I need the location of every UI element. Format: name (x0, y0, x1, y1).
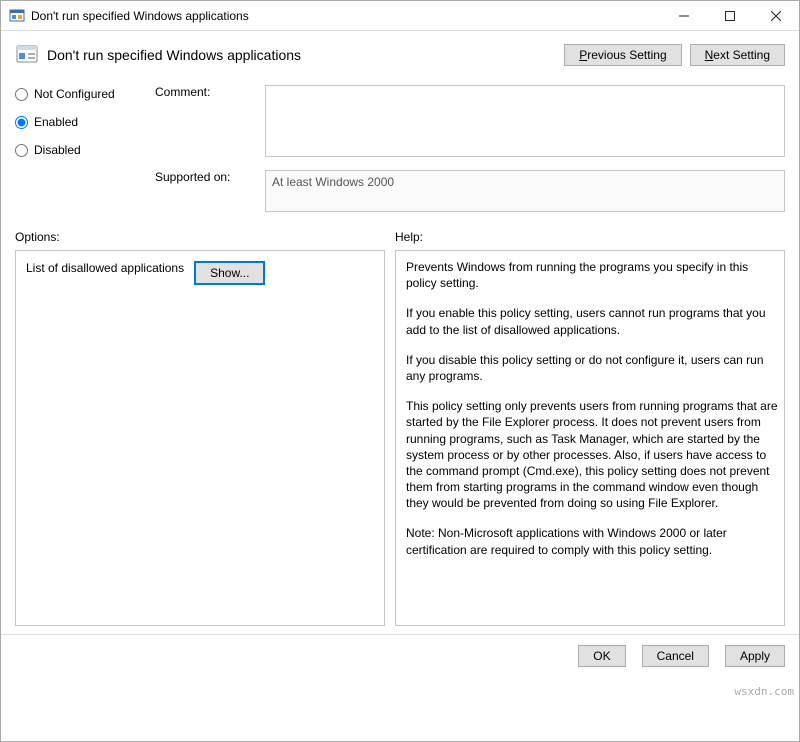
options-item-label: List of disallowed applications (26, 261, 184, 275)
radio-label: Disabled (34, 143, 81, 157)
radio-label: Not Configured (34, 87, 115, 101)
titlebar: Don't run specified Windows applications (1, 1, 799, 31)
watermark: wsxdn.com (734, 685, 794, 698)
radio-enabled[interactable]: Enabled (15, 115, 155, 129)
help-text: This policy setting only prevents users … (406, 398, 780, 511)
ok-button[interactable]: OK (578, 645, 625, 667)
options-panel: List of disallowed applications Show... (15, 250, 385, 626)
comment-textarea[interactable] (265, 85, 785, 157)
app-icon (9, 8, 25, 24)
help-text: Prevents Windows from running the progra… (406, 259, 780, 291)
dialog-footer: OK Cancel Apply (1, 634, 799, 677)
help-text: If you disable this policy setting or do… (406, 352, 780, 384)
previous-setting-button[interactable]: Previous Setting (564, 44, 681, 66)
help-text: If you enable this policy setting, users… (406, 305, 780, 337)
comment-label: Comment: (155, 85, 265, 99)
maximize-button[interactable] (707, 1, 753, 31)
policy-title: Don't run specified Windows applications (47, 47, 556, 63)
help-panel[interactable]: Prevents Windows from running the progra… (395, 250, 785, 626)
window-title: Don't run specified Windows applications (31, 9, 661, 23)
radio-disabled[interactable]: Disabled (15, 143, 155, 157)
show-button[interactable]: Show... (194, 261, 265, 285)
help-section-label: Help: (395, 230, 423, 244)
close-button[interactable] (753, 1, 799, 31)
next-setting-button[interactable]: Next Setting (690, 44, 785, 66)
radio-not-configured-input[interactable] (15, 88, 28, 101)
cancel-button[interactable]: Cancel (642, 645, 709, 667)
minimize-button[interactable] (661, 1, 707, 31)
apply-button[interactable]: Apply (725, 645, 785, 667)
options-section-label: Options: (15, 230, 395, 244)
help-text: Note: Non-Microsoft applications with Wi… (406, 525, 780, 557)
policy-icon (15, 43, 39, 67)
supported-on-label: Supported on: (155, 170, 265, 184)
radio-not-configured[interactable]: Not Configured (15, 87, 155, 101)
radio-disabled-input[interactable] (15, 144, 28, 157)
supported-on-field: At least Windows 2000 (265, 170, 785, 212)
radio-label: Enabled (34, 115, 78, 129)
radio-enabled-input[interactable] (15, 116, 28, 129)
